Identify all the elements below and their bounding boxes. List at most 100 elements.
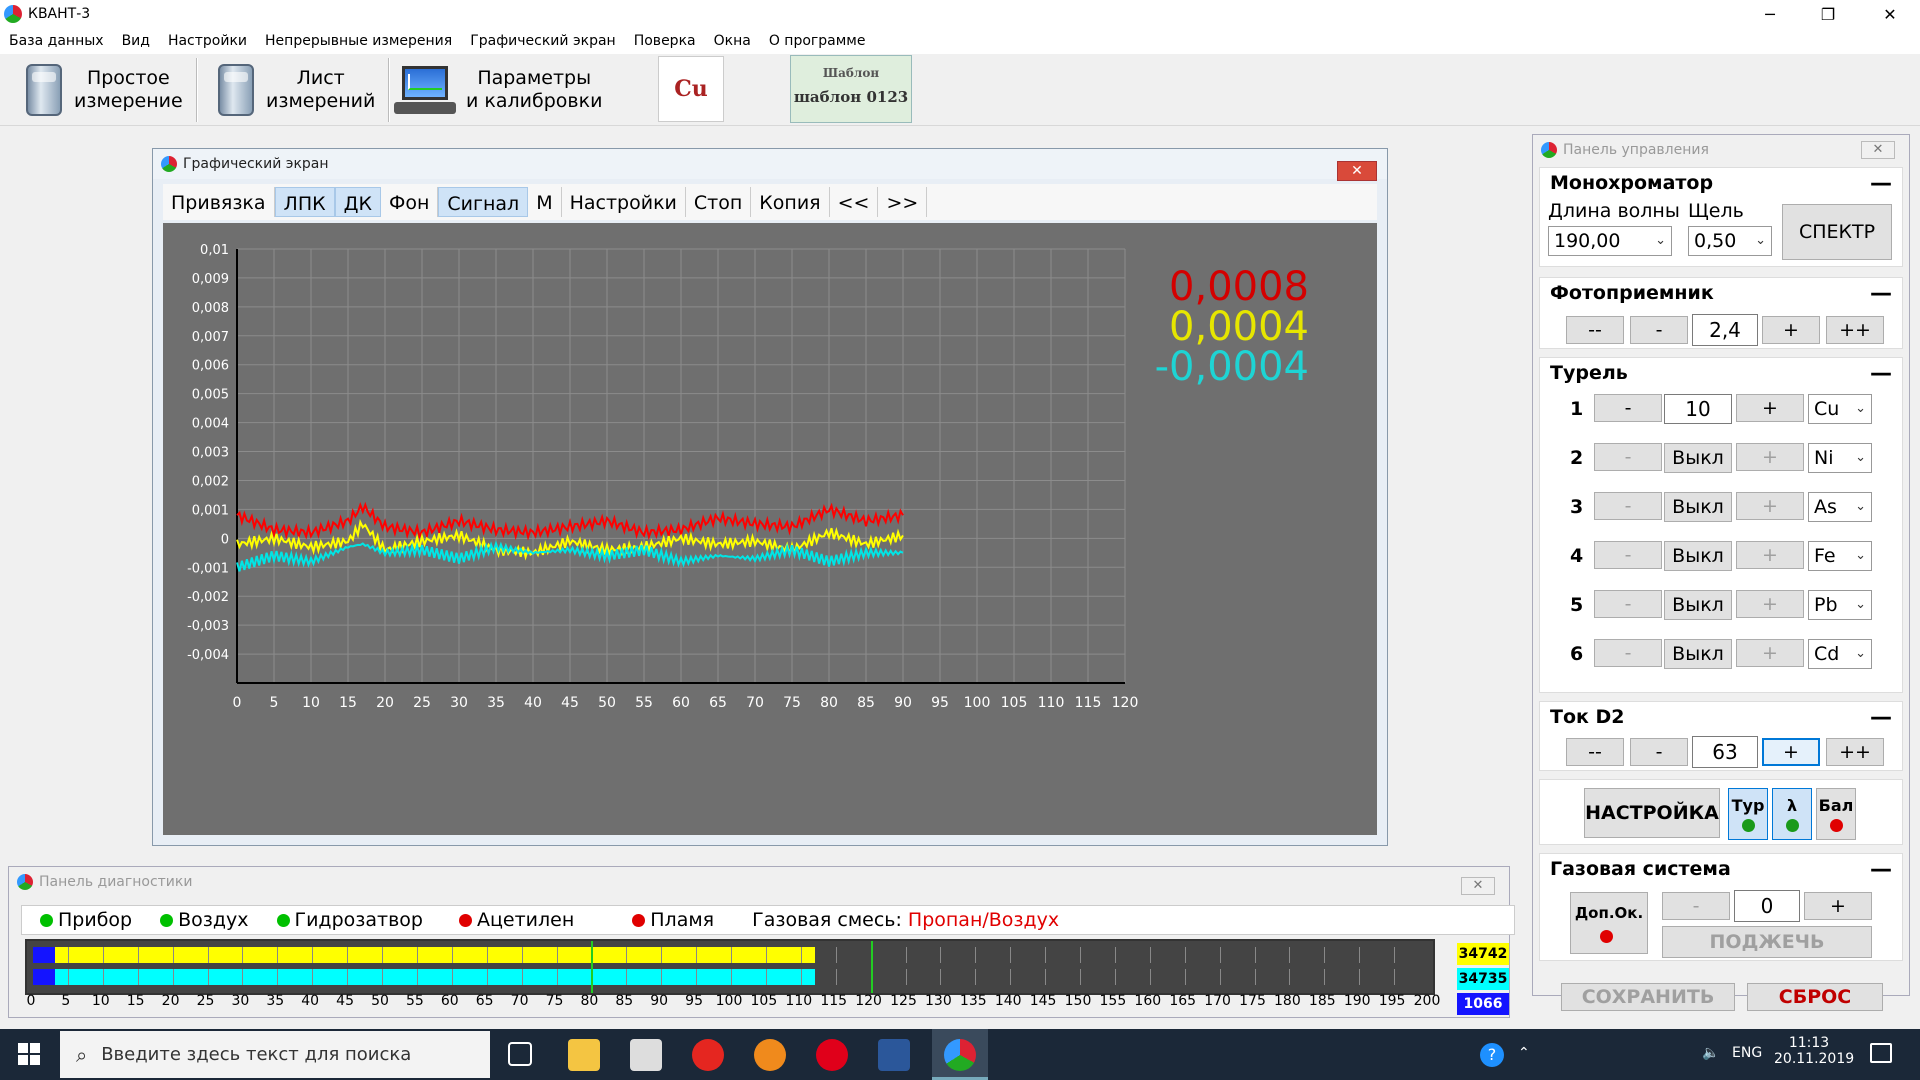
tab-next[interactable]: >> <box>878 187 928 217</box>
turret-minus-button[interactable]: - <box>1594 590 1662 618</box>
turret-plus-button[interactable]: + <box>1736 394 1804 422</box>
turret-element-select[interactable]: Cu ⌄ <box>1808 394 1872 424</box>
taskbar-search-input[interactable]: ⌕ Введите здесь текст для поиска <box>60 1031 490 1078</box>
turret-current-input[interactable]: 10 <box>1664 394 1732 424</box>
simple-measurement-button[interactable]: Простое измерение <box>26 58 183 122</box>
calculator-icon[interactable] <box>630 1039 662 1071</box>
photo-dec-button[interactable]: - <box>1630 316 1688 344</box>
menu-about[interactable]: О программе <box>760 33 875 49</box>
menu-verification[interactable]: Поверка <box>625 33 705 49</box>
wavelength-select[interactable]: 190,00 ⌄ <box>1548 226 1672 256</box>
photo-inc-button[interactable]: + <box>1762 316 1820 344</box>
menu-windows[interactable]: Окна <box>705 33 760 49</box>
tab-lpk[interactable]: ЛПК <box>274 187 335 217</box>
tab-copy[interactable]: Копия <box>751 187 830 217</box>
turret-plus-button[interactable]: + <box>1736 443 1804 471</box>
minimize-button[interactable]: ─ <box>1742 0 1798 28</box>
gas-plus-button[interactable]: + <box>1804 892 1872 920</box>
close-button[interactable]: ✕ <box>1862 0 1918 28</box>
slit-select[interactable]: 0,50 ⌄ <box>1688 226 1772 256</box>
diagnostics-close-button[interactable]: ✕ <box>1461 877 1495 895</box>
ignite-button[interactable]: ПОДЖЕЧЬ <box>1662 926 1872 958</box>
plot-area[interactable]: 0 5 10 15 20 25 30 35 40 45 50 55 60 65 70 75 80 85 90 95 10… <box>163 223 1377 835</box>
turret-plus-button[interactable]: + <box>1736 639 1804 667</box>
turret-minus-button[interactable]: - <box>1594 492 1662 520</box>
collapse-button[interactable]: — <box>1870 857 1892 882</box>
turret-element-select[interactable]: Cd ⌄ <box>1808 639 1872 669</box>
turret-indicator[interactable]: Тур <box>1728 788 1768 840</box>
turret-current-input[interactable]: Выкл <box>1664 541 1732 571</box>
turret-minus-button[interactable]: - <box>1594 541 1662 569</box>
yandex-browser-icon[interactable] <box>692 1039 724 1071</box>
task-view-icon[interactable] <box>508 1042 532 1066</box>
setup-button[interactable]: НАСТРОЙКА <box>1584 788 1720 838</box>
turret-minus-button[interactable]: - <box>1594 639 1662 667</box>
measurement-sheet-button[interactable]: Лист измерений <box>218 58 375 122</box>
graph-close-button[interactable]: ✕ <box>1337 161 1377 181</box>
menu-settings[interactable]: Настройки <box>159 33 256 49</box>
messenger-icon[interactable] <box>754 1039 786 1071</box>
help-icon[interactable]: ? <box>1480 1043 1504 1067</box>
chevron-up-icon[interactable]: ⌃ <box>1518 1045 1530 1061</box>
windows-start-icon[interactable] <box>18 1043 40 1065</box>
tab-binding[interactable]: Привязка <box>163 187 275 217</box>
turret-current-input[interactable]: Выкл <box>1664 443 1732 473</box>
gas-minus-button[interactable]: - <box>1662 892 1730 920</box>
turret-element-select[interactable]: Ni ⌄ <box>1808 443 1872 473</box>
tab-dk[interactable]: ДК <box>334 187 381 217</box>
menu-view[interactable]: Вид <box>113 33 159 49</box>
d2-current-input[interactable]: 63 <box>1692 736 1758 768</box>
notifications-icon[interactable] <box>1870 1043 1892 1063</box>
template-button[interactable]: Шаблон шаблон 0123 <box>790 55 912 123</box>
tab-background[interactable]: Фон <box>381 187 439 217</box>
turret-element-select[interactable]: As ⌄ <box>1808 492 1872 522</box>
d2-inc-button[interactable]: + <box>1762 738 1820 766</box>
save-button[interactable]: СОХРАНИТЬ <box>1561 983 1735 1011</box>
tab-prev[interactable]: << <box>830 187 879 217</box>
clock[interactable]: 11:13 20.11.2019 <box>1774 1035 1854 1067</box>
balance-indicator[interactable]: Бал <box>1816 788 1856 840</box>
photo-gain-input[interactable]: 2,4 <box>1692 314 1758 346</box>
lang-indicator[interactable]: ENG <box>1732 1045 1762 1061</box>
tab-settings[interactable]: Настройки <box>562 187 686 217</box>
reset-button[interactable]: СБРОС <box>1747 983 1883 1011</box>
parameters-button[interactable]: Параметры и калибровки <box>394 58 602 122</box>
d2-dec2-button[interactable]: -- <box>1566 738 1624 766</box>
menu-database[interactable]: База данных <box>0 33 113 49</box>
d2-dec-button[interactable]: - <box>1630 738 1688 766</box>
kvant-task-button[interactable] <box>932 1029 988 1080</box>
file-explorer-icon[interactable] <box>568 1039 600 1071</box>
turret-minus-button[interactable]: - <box>1594 443 1662 471</box>
control-close-button[interactable]: ✕ <box>1861 141 1895 159</box>
collapse-button[interactable]: — <box>1870 281 1892 306</box>
turret-element-select[interactable]: Fe ⌄ <box>1808 541 1872 571</box>
wavelength-indicator[interactable]: λ <box>1772 788 1812 840</box>
turret-plus-button[interactable]: + <box>1736 541 1804 569</box>
tab-stop[interactable]: Стоп <box>686 187 752 217</box>
volume-icon[interactable]: 🔈 <box>1702 1045 1719 1061</box>
collapse-button[interactable]: — <box>1870 171 1892 196</box>
photo-inc2-button[interactable]: ++ <box>1826 316 1884 344</box>
collapse-button[interactable]: — <box>1870 705 1892 730</box>
maximize-button[interactable]: ❐ <box>1800 0 1856 28</box>
extra-oxidant-button[interactable]: Доп.Ок. <box>1570 892 1648 954</box>
word-icon[interactable] <box>878 1039 910 1071</box>
turret-current-input[interactable]: Выкл <box>1664 590 1732 620</box>
collapse-button[interactable]: — <box>1870 361 1892 386</box>
tab-signal[interactable]: Сигнал <box>438 187 529 217</box>
turret-minus-button[interactable]: - <box>1594 394 1662 422</box>
turret-plus-button[interactable]: + <box>1736 590 1804 618</box>
gas-value-input[interactable]: 0 <box>1734 890 1800 922</box>
d2-inc2-button[interactable]: ++ <box>1826 738 1884 766</box>
menu-graphic-screen[interactable]: Графический экран <box>461 33 625 49</box>
turret-plus-button[interactable]: + <box>1736 492 1804 520</box>
turret-current-input[interactable]: Выкл <box>1664 492 1732 522</box>
tab-m[interactable]: М <box>528 187 562 217</box>
opera-icon[interactable] <box>816 1039 848 1071</box>
photo-dec2-button[interactable]: -- <box>1566 316 1624 344</box>
element-button[interactable]: Cu <box>658 56 724 122</box>
spectrum-button[interactable]: СПЕКТР <box>1782 204 1892 260</box>
turret-current-input[interactable]: Выкл <box>1664 639 1732 669</box>
turret-element-select[interactable]: Pb ⌄ <box>1808 590 1872 620</box>
menu-continuous[interactable]: Непрерывные измерения <box>256 33 461 49</box>
